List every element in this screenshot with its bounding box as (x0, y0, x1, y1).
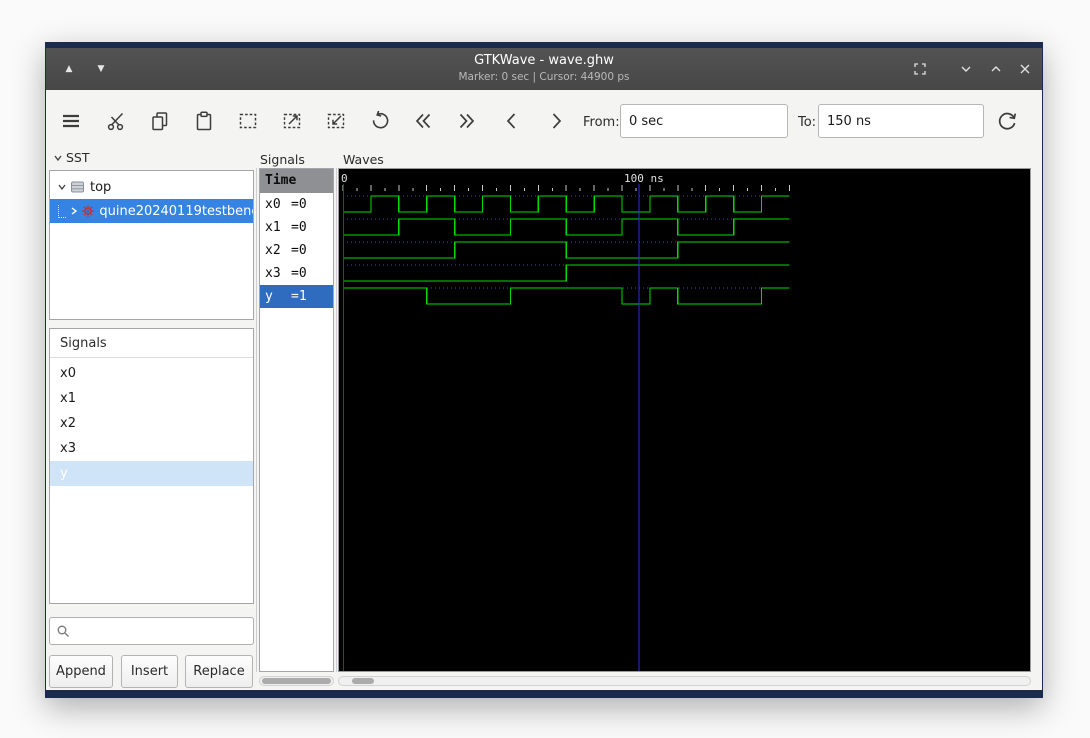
close-icon (1020, 64, 1030, 74)
expander-down-icon[interactable] (56, 182, 68, 192)
time-header[interactable]: Time (260, 169, 333, 193)
close-button[interactable] (1015, 59, 1035, 79)
cut-button[interactable] (99, 103, 135, 139)
signal-search[interactable] (49, 617, 254, 645)
signals-list-title: Signals (50, 329, 253, 358)
scissors-icon (107, 112, 124, 131)
sst-header[interactable]: SST (50, 150, 90, 165)
waves-hscrollbar[interactable] (338, 676, 1031, 686)
copy-button[interactable] (142, 103, 178, 139)
goto-end-button[interactable] (449, 103, 485, 139)
replace-button[interactable]: Replace (185, 655, 253, 688)
zoom-in-icon (283, 113, 301, 129)
toolbar: From: To: (46, 90, 1042, 146)
undo-icon (372, 110, 389, 129)
signals-list-panel: Signals x0 x1 x2 x3 y (49, 328, 254, 604)
svg-text:0: 0 (341, 172, 348, 185)
zoom-fit-icon (239, 113, 257, 129)
splitter-left[interactable] (256, 168, 257, 672)
list-item-x2[interactable]: x2 (50, 411, 253, 436)
reload-button[interactable] (989, 103, 1025, 139)
window-status: Marker: 0 sec | Cursor: 44900 ps (458, 71, 630, 83)
copy-icon (152, 112, 168, 131)
signal-value-column: Time x0 =0 x1 =0 x2 =0 x3 =0 y =1 (259, 168, 334, 672)
scrollbar-thumb[interactable] (352, 678, 374, 684)
hamburger-icon (63, 114, 79, 128)
tree-item-label: top (90, 179, 112, 195)
paste-button[interactable] (186, 103, 222, 139)
refresh-icon (998, 112, 1017, 130)
chevron-left-icon (506, 113, 516, 129)
main-content: SST top quine20240119testbench Signals x… (46, 146, 1042, 690)
list-item-x0[interactable]: x0 (50, 361, 253, 386)
restore-icon (914, 63, 926, 75)
search-icon (57, 625, 69, 637)
sst-label: SST (66, 150, 90, 165)
zoom-fit-button[interactable] (230, 103, 266, 139)
titlebar[interactable]: ▲ ▼ GTKWave - wave.ghw Marker: 0 sec | C… (46, 48, 1042, 90)
tree-item-top[interactable]: top (50, 175, 253, 199)
to-input[interactable] (818, 104, 984, 138)
list-item-x3[interactable]: x3 (50, 436, 253, 461)
to-label: To: (798, 115, 817, 130)
paste-icon (196, 111, 212, 131)
list-item-x1[interactable]: x1 (50, 386, 253, 411)
sst-tree: top quine20240119testbench (49, 170, 254, 320)
splitter-right[interactable] (336, 168, 337, 672)
double-chevron-left-icon (415, 113, 431, 129)
search-input[interactable] (74, 622, 253, 640)
zoom-out-icon (327, 113, 345, 129)
double-chevron-right-icon (459, 113, 475, 129)
menu-button[interactable] (53, 103, 89, 139)
value-row-y[interactable]: y =1 (260, 285, 333, 308)
expander-right-icon[interactable] (68, 206, 79, 216)
minimize-button[interactable] (956, 59, 976, 79)
module-icon (71, 181, 84, 193)
sst-expander-icon[interactable] (52, 153, 64, 163)
design-unit-icon (82, 205, 95, 217)
undo-button[interactable] (362, 103, 398, 139)
value-row-x1[interactable]: x1 =0 (260, 216, 333, 239)
wave-canvas[interactable]: 100 ns 0 (338, 168, 1031, 672)
window-title: GTKWave - wave.ghw (474, 53, 614, 68)
restore-window-button[interactable] (910, 59, 930, 79)
signal-column-hscrollbar[interactable] (259, 676, 334, 686)
value-row-x0[interactable]: x0 =0 (260, 193, 333, 216)
tree-item-testbench[interactable]: quine20240119testbench (50, 199, 253, 223)
value-row-x2[interactable]: x2 =0 (260, 239, 333, 262)
list-item-y[interactable]: y (50, 461, 253, 486)
maximize-button[interactable] (986, 59, 1006, 79)
shift-right-button[interactable] (538, 103, 574, 139)
value-row-x3[interactable]: x3 =0 (260, 262, 333, 285)
zoom-in-button[interactable] (274, 103, 310, 139)
chevron-right-icon (552, 113, 562, 129)
insert-button[interactable]: Insert (121, 655, 178, 688)
scrollbar-thumb[interactable] (262, 678, 331, 684)
shift-left-button[interactable] (494, 103, 530, 139)
waves-title: Waves (343, 152, 384, 167)
tree-item-label: quine20240119testbench (99, 203, 253, 219)
svg-text:100 ns: 100 ns (624, 172, 664, 185)
chevron-down-icon (961, 66, 971, 72)
tree-guide (58, 204, 67, 218)
from-input[interactable] (620, 104, 788, 138)
gtkwave-window: ▲ ▼ GTKWave - wave.ghw Marker: 0 sec | C… (45, 42, 1043, 698)
from-label: From: (583, 115, 620, 130)
chevron-up-icon (991, 66, 1001, 72)
signal-column-title: Signals (260, 152, 305, 167)
append-button[interactable]: Append (49, 655, 113, 688)
waveform-plot: 100 ns 0 (341, 172, 790, 671)
zoom-out-button[interactable] (318, 103, 354, 139)
goto-start-button[interactable] (405, 103, 441, 139)
